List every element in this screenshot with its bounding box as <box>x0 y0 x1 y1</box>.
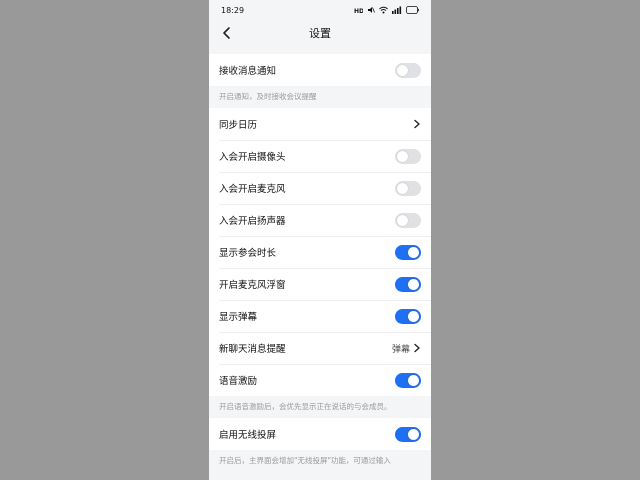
nav-bar: 设置 <box>209 20 431 46</box>
status-bar: 18:29 HD <box>209 0 431 20</box>
speaker-on-join-toggle[interactable] <box>395 212 421 228</box>
setting-camera-on-join: 入会开启摄像头 <box>209 140 431 172</box>
page-title: 设置 <box>309 27 331 40</box>
chevron-right-icon <box>413 119 421 129</box>
signal-icon <box>392 6 402 14</box>
setting-voice-motivation: 语音激励 <box>209 364 431 396</box>
setting-new-chat-reminder[interactable]: 新聊天消息提醒 弹幕 <box>209 332 431 364</box>
status-icons: HD <box>354 6 419 14</box>
toggle-knob <box>397 64 408 76</box>
toggle-knob <box>408 310 419 322</box>
setting-label: 入会开启麦克风 <box>219 184 286 195</box>
projection-group: 启用无线投屏 <box>209 418 431 450</box>
setting-label: 显示弹幕 <box>219 312 258 323</box>
setting-label: 启用无线投屏 <box>219 430 277 441</box>
mute-icon <box>367 6 375 14</box>
setting-label: 入会开启扬声器 <box>219 216 286 227</box>
setting-speaker-on-join: 入会开启扬声器 <box>209 204 431 236</box>
setting-label: 接收消息通知 <box>219 66 277 77</box>
toggle-knob <box>397 150 408 162</box>
wifi-icon <box>379 6 388 14</box>
new-chat-reminder-value-group: 弹幕 <box>392 342 421 355</box>
wireless-projection-description: 开启后，主界面会增加"无线投屏"功能，可通过输入 <box>219 456 391 465</box>
setting-label: 入会开启摄像头 <box>219 152 286 163</box>
setting-label: 显示参会时长 <box>219 248 277 259</box>
setting-wireless-projection: 启用无线投屏 <box>209 418 431 450</box>
wireless-projection-toggle[interactable] <box>395 426 421 442</box>
new-chat-reminder-value: 弹幕 <box>391 344 410 355</box>
meeting-settings-group: 同步日历 入会开启摄像头 入会开启麦克风 入会开启扬声器 显示参会时长 开启麦克… <box>209 108 431 396</box>
notifications-group: 接收消息通知 <box>209 54 431 86</box>
setting-label: 开启麦克风浮窗 <box>219 280 286 291</box>
phone-screen: 18:29 HD 设置 接收消息通知 开启通知，及时接收会议提醒 同步日历 入会… <box>209 0 431 480</box>
back-button[interactable] <box>219 25 235 41</box>
camera-on-join-toggle[interactable] <box>395 148 421 164</box>
voice-motivation-toggle[interactable] <box>395 372 421 388</box>
show-barrage-toggle[interactable] <box>395 308 421 324</box>
show-duration-toggle[interactable] <box>395 244 421 260</box>
toggle-knob <box>397 182 408 194</box>
voice-motivation-description: 开启语音激励后，会优先显示正在说话的与会成员。 <box>219 402 392 411</box>
setting-show-duration: 显示参会时长 <box>209 236 431 268</box>
chevron-left-icon <box>223 27 230 39</box>
chevron-right-icon <box>413 343 421 353</box>
setting-receive-notifications: 接收消息通知 <box>209 54 431 86</box>
notifications-description: 开启通知，及时接收会议提醒 <box>219 92 317 101</box>
mic-on-join-toggle[interactable] <box>395 180 421 196</box>
toggle-knob <box>408 278 419 290</box>
setting-label: 语音激励 <box>219 376 258 387</box>
status-time: 18:29 <box>221 5 245 15</box>
toggle-knob <box>408 246 419 258</box>
setting-show-barrage: 显示弹幕 <box>209 300 431 332</box>
toggle-knob <box>397 214 408 226</box>
toggle-knob <box>408 428 419 440</box>
hd-icon: HD <box>354 6 363 14</box>
battery-icon <box>406 6 419 14</box>
setting-label: 新聊天消息提醒 <box>219 344 286 355</box>
setting-floating-mic: 开启麦克风浮窗 <box>209 268 431 300</box>
toggle-knob <box>408 374 419 386</box>
setting-label: 同步日历 <box>219 120 258 131</box>
setting-sync-calendar[interactable]: 同步日历 <box>209 108 431 140</box>
floating-mic-toggle[interactable] <box>395 276 421 292</box>
receive-notifications-toggle[interactable] <box>395 62 421 78</box>
svg-text:HD: HD <box>354 8 363 14</box>
setting-mic-on-join: 入会开启麦克风 <box>209 172 431 204</box>
